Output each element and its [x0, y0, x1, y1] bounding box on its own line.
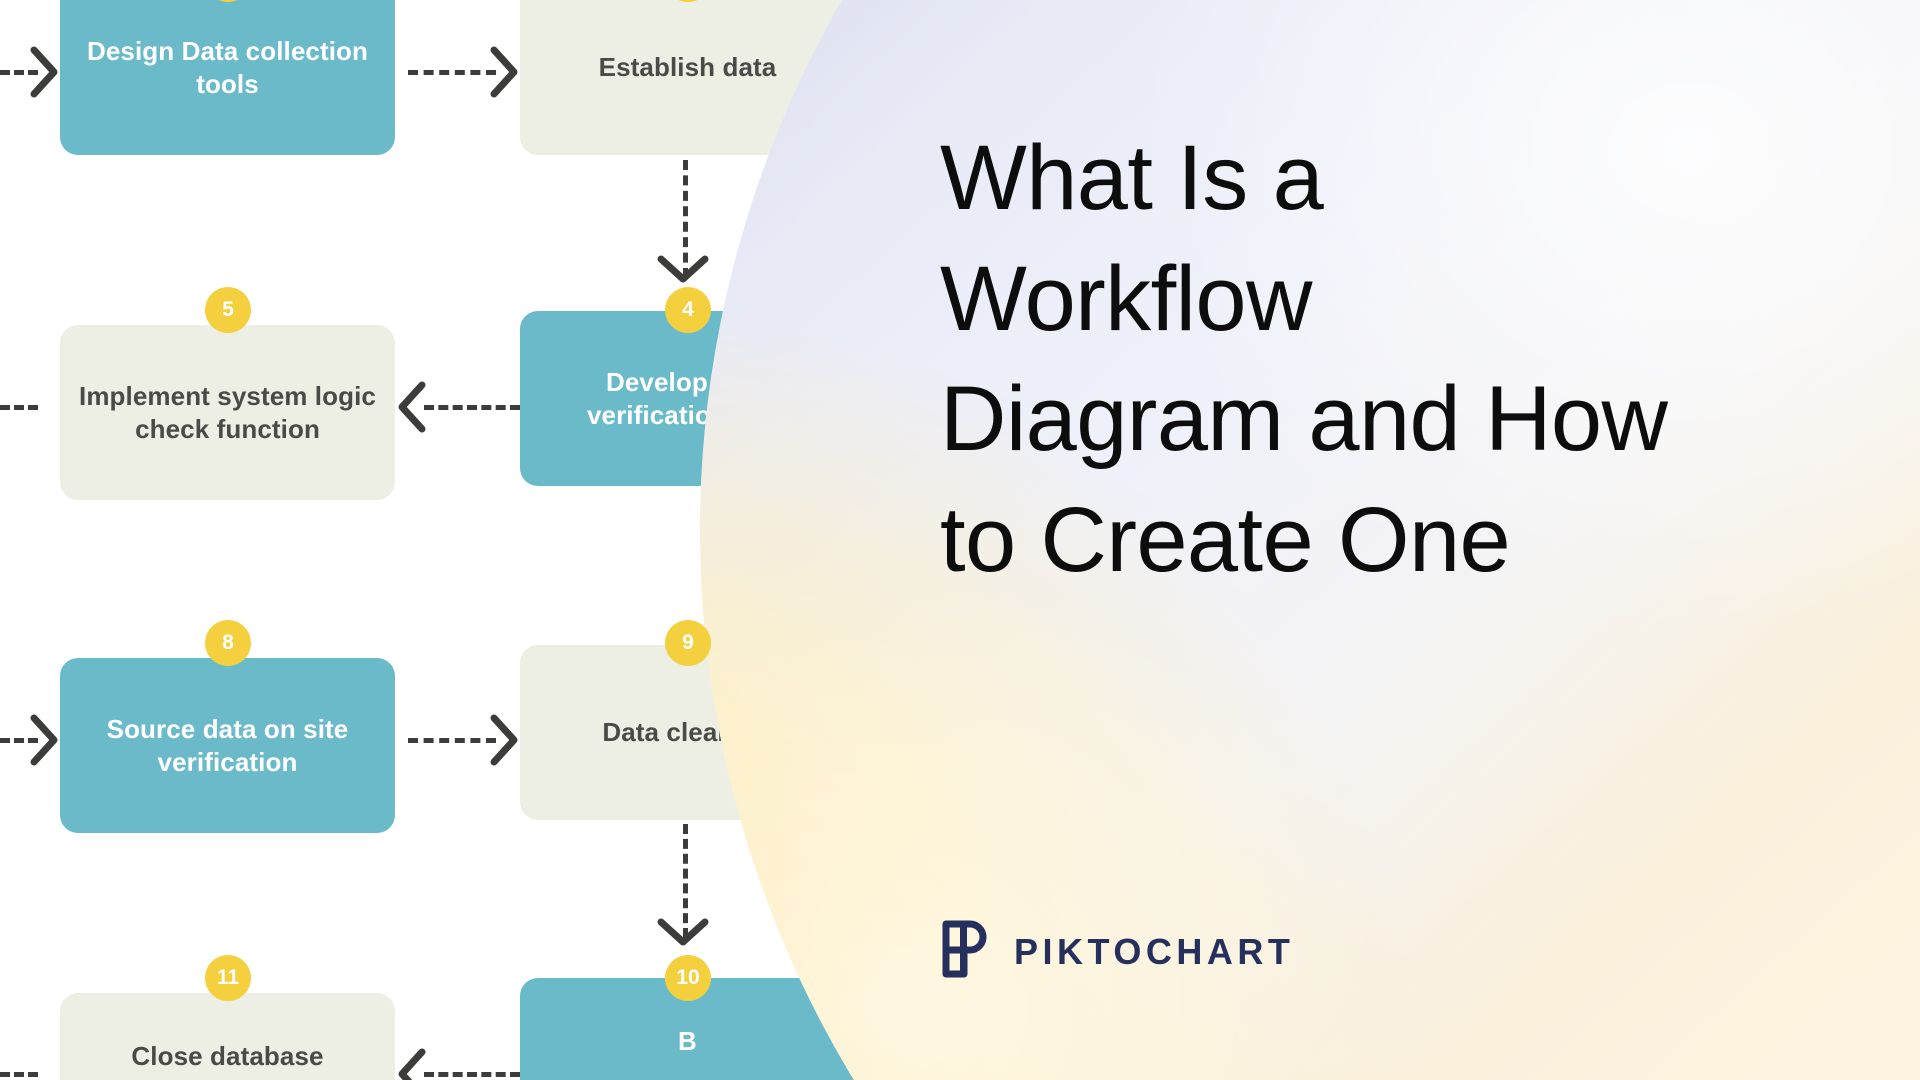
- title-line-2: Workflow: [940, 247, 1312, 350]
- piktochart-wordmark: PIKTOCHART: [1014, 930, 1295, 972]
- piktochart-logo[interactable]: PIKTOCHART: [940, 918, 1294, 985]
- hero-content: What Is a Workflow Diagram and How to Cr…: [0, 0, 1920, 1080]
- title-line-1: What Is a: [940, 127, 1324, 229]
- title-line-3: Diagram and How: [940, 368, 1668, 471]
- title-line-4: to Create One: [940, 488, 1511, 591]
- piktochart-p-mark-icon: [940, 918, 992, 985]
- page-title: What Is a Workflow Diagram and How to Cr…: [940, 118, 1860, 600]
